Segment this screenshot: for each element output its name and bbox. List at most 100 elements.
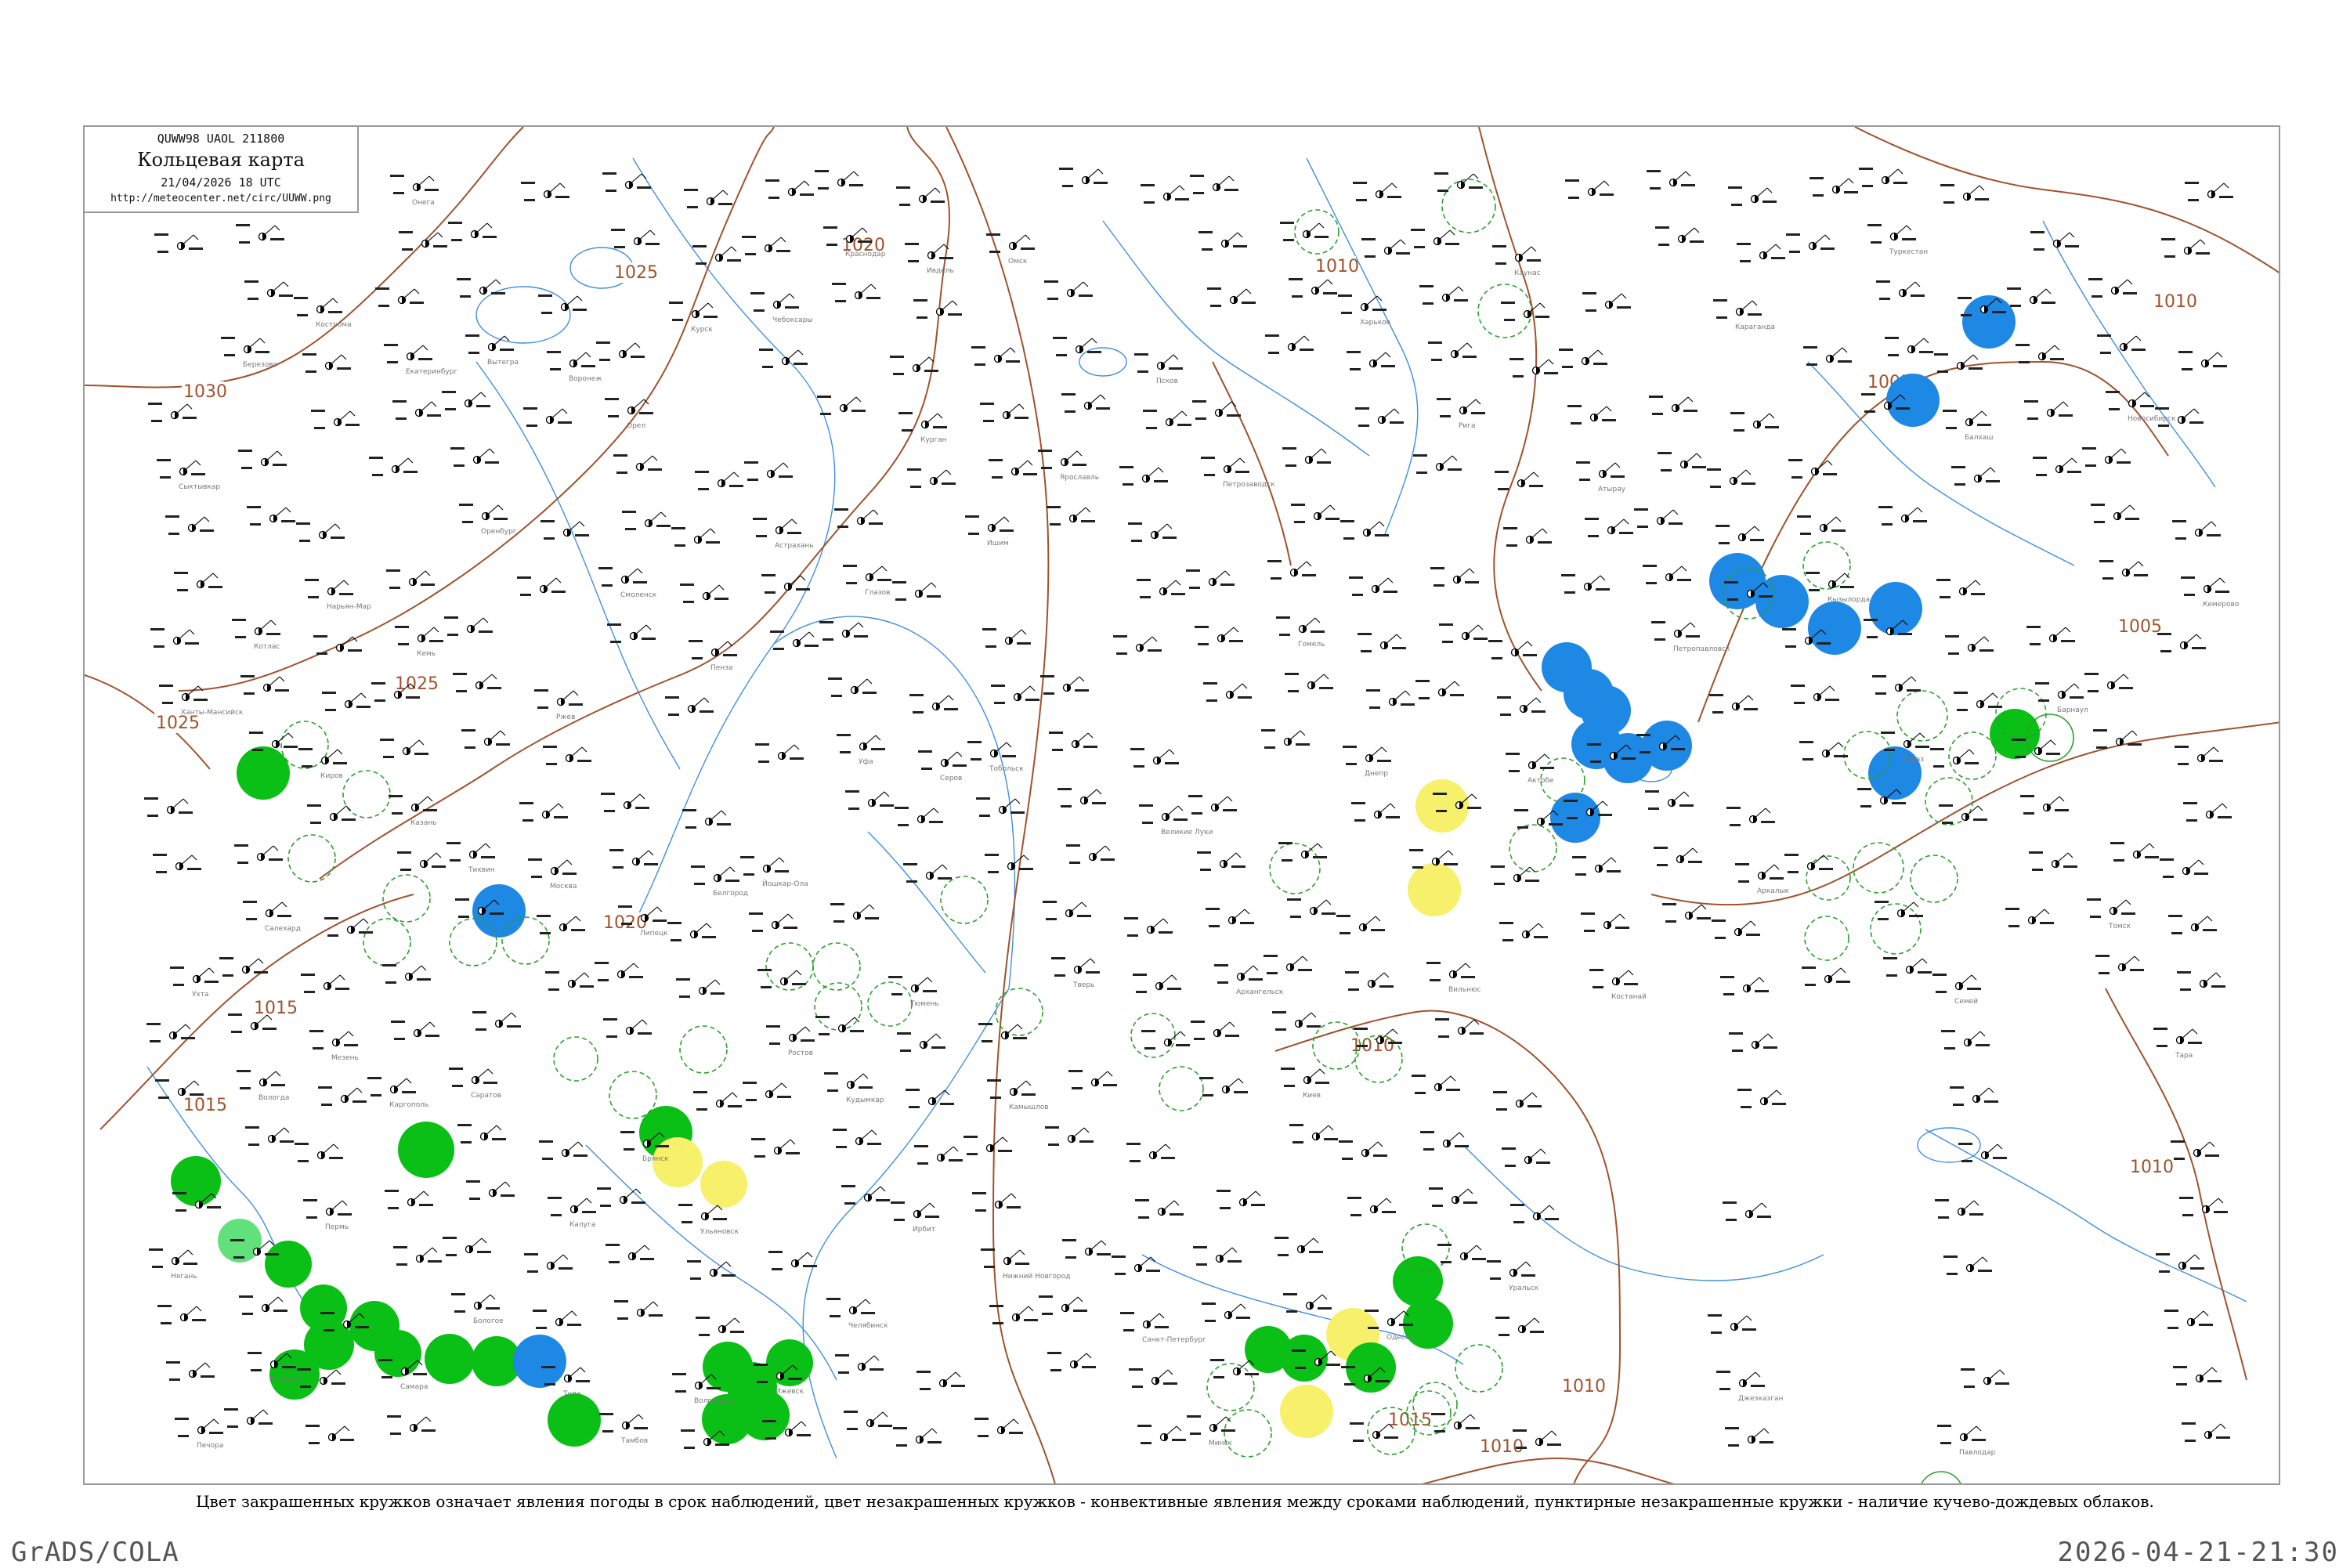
- wind-barb: [560, 690, 574, 703]
- temperature-glyph: [2087, 898, 2101, 901]
- wind-barb: [174, 403, 188, 416]
- wind-barb-flag: [1003, 516, 1010, 522]
- wind-barb-flag: [1085, 507, 1091, 513]
- pressure-glyph: [1249, 978, 1263, 981]
- wind-barb: [269, 901, 283, 914]
- pressure-glyph: [1323, 292, 1337, 294]
- dewpoint-glyph: [1654, 638, 1665, 641]
- wind-barb-flag: [1763, 1428, 1770, 1434]
- wind-barb-flag: [1391, 182, 1397, 189]
- temperature-glyph: [1361, 238, 1376, 240]
- pressure-glyph: [1771, 257, 1785, 259]
- wind-barb: [708, 810, 722, 822]
- temperature-glyph: [1202, 1302, 1216, 1305]
- wind-barb-flag: [571, 1310, 577, 1317]
- temperature-glyph: [684, 189, 698, 191]
- dewpoint-glyph: [402, 248, 413, 251]
- wind-barb: [1165, 805, 1179, 818]
- pressure-glyph: [1072, 464, 1086, 466]
- pressure-glyph: [270, 238, 284, 240]
- temperature-glyph: [1707, 468, 1721, 471]
- temperature-glyph: [1954, 692, 1968, 694]
- pressure-glyph: [1375, 534, 1389, 537]
- temperature-glyph: [238, 450, 252, 452]
- dewpoint-glyph: [1794, 702, 1805, 704]
- pressure-glyph: [2140, 405, 2154, 407]
- wind-barb: [2041, 345, 2055, 357]
- dewpoint-glyph: [908, 260, 919, 262]
- temperature-glyph: [324, 917, 338, 919]
- temperature-glyph: [1062, 1239, 1076, 1241]
- dewpoint-glyph: [177, 589, 188, 591]
- dewpoint-glyph: [2008, 925, 2019, 927]
- dewpoint-glyph: [246, 918, 257, 920]
- temperature-glyph: [905, 243, 919, 245]
- wind-barb-flag: [1321, 448, 1327, 454]
- pressure-glyph: [258, 1422, 273, 1425]
- dewpoint-glyph: [2160, 650, 2171, 652]
- wind-barb: [2194, 916, 2208, 928]
- temperature-glyph: [1339, 1140, 1353, 1143]
- isobar-label: 1010: [1562, 1377, 1606, 1396]
- wind-barb-flag: [1548, 359, 1554, 365]
- station-name: Киров: [320, 772, 343, 780]
- wind-barb-flag: [1255, 1190, 1261, 1197]
- temperature-glyph: [1797, 515, 1811, 518]
- pressure-glyph: [1528, 1105, 1542, 1107]
- pressure-glyph: [2123, 292, 2137, 294]
- wind-barb-flag: [562, 1254, 569, 1260]
- pressure-glyph: [1763, 1046, 1777, 1049]
- pressure-glyph: [1913, 520, 1927, 522]
- wind-barb-flag: [1010, 1193, 1017, 1199]
- pressure-glyph: [1225, 1035, 1239, 1037]
- wind-barb-flag: [1240, 1303, 1246, 1310]
- wind-barb: [944, 751, 958, 764]
- pressure-glyph: [582, 1211, 596, 1213]
- temperature-glyph: [1651, 621, 1665, 623]
- wind-barb-flag: [1101, 1240, 1107, 1246]
- pressure-glyph: [649, 1314, 663, 1317]
- wind-barb: [924, 413, 938, 425]
- wind-barb: [1531, 753, 1546, 766]
- dewpoint-glyph: [1431, 359, 1442, 361]
- dewpoint-glyph: [598, 979, 609, 981]
- wind-barb-flag: [1083, 1127, 1090, 1133]
- pressure-glyph: [1298, 969, 1312, 971]
- convective-ring: [1948, 732, 1997, 780]
- temperature-glyph: [1285, 673, 1299, 675]
- dewpoint-glyph: [1957, 709, 1968, 711]
- wind-barb: [339, 636, 353, 649]
- dewpoint-glyph: [158, 1097, 169, 1099]
- temperature-glyph: [2153, 1028, 2167, 1030]
- wind-barb-flag: [363, 918, 369, 924]
- dewpoint-glyph: [2085, 464, 2096, 467]
- temperature-glyph: [909, 694, 924, 696]
- wind-barb: [916, 1202, 931, 1215]
- software-label: GrADS/COLA: [11, 1537, 179, 1568]
- temperature-glyph: [1283, 1293, 1297, 1295]
- dewpoint-glyph: [309, 1442, 320, 1444]
- dewpoint-glyph: [668, 714, 679, 716]
- wind-barb: [629, 1019, 643, 1031]
- wind-barb: [1963, 1425, 1977, 1438]
- temperature-glyph: [1799, 741, 1813, 743]
- temperature-glyph: [232, 619, 246, 621]
- dewpoint-glyph: [1434, 1430, 1445, 1433]
- weather-phenomenon-circle: [1408, 863, 1461, 916]
- pressure-glyph: [1082, 1366, 1096, 1368]
- dewpoint-glyph: [1209, 925, 1220, 927]
- dewpoint-glyph: [1048, 1143, 1059, 1146]
- pressure-glyph: [255, 351, 269, 353]
- temperature-glyph: [2185, 182, 2199, 184]
- temperature-glyph: [1708, 1314, 1722, 1317]
- wind-barb: [324, 749, 338, 761]
- wind-barb: [1739, 300, 1753, 313]
- dewpoint-glyph: [983, 420, 994, 422]
- wind-barb: [1462, 399, 1477, 411]
- wind-barb-flag: [804, 1026, 811, 1032]
- dewpoint-glyph: [1802, 758, 1813, 761]
- pressure-glyph: [1165, 762, 1179, 764]
- temperature-glyph: [230, 1239, 244, 1241]
- wind-barb-flag: [1535, 697, 1542, 703]
- wind-barb: [1761, 864, 1775, 876]
